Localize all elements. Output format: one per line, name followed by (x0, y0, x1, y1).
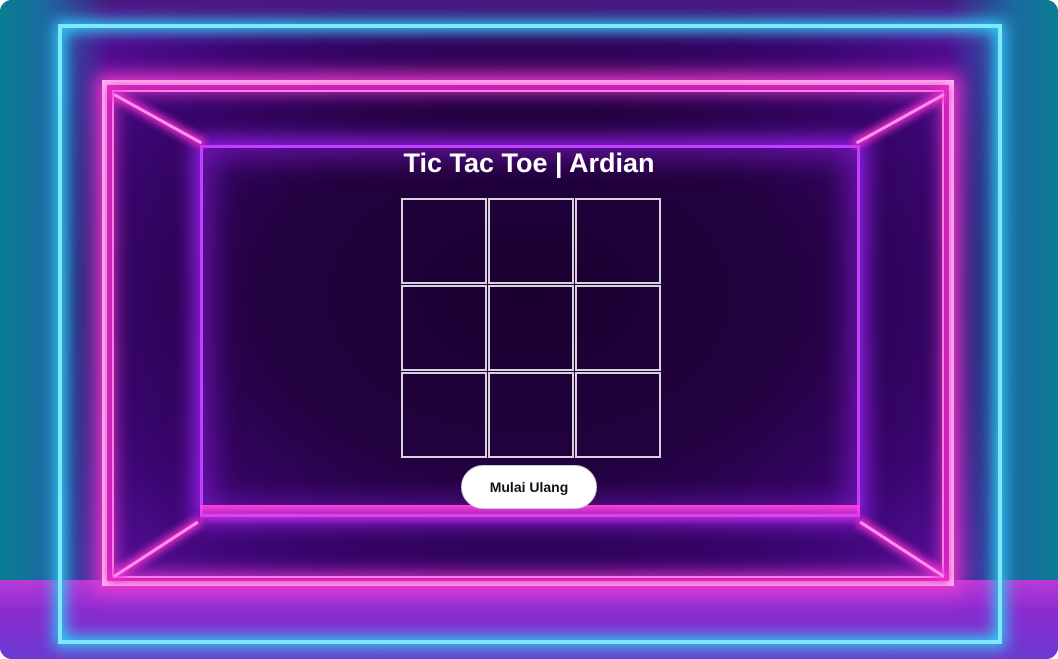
board-cell-1[interactable] (401, 198, 487, 284)
board-cell-3[interactable] (575, 198, 661, 284)
restart-button[interactable]: Mulai Ulang (461, 465, 597, 509)
board-cell-5[interactable] (488, 285, 574, 371)
page-title: Tic Tac Toe | Ardian (403, 148, 655, 178)
board-cell-6[interactable] (575, 285, 661, 371)
background-floor (0, 580, 1058, 659)
neon-corner-top-right (855, 93, 945, 145)
background-teal-glow-left (0, 0, 110, 659)
board-cell-2[interactable] (488, 198, 574, 284)
neon-room-background: Tic Tac Toe | Ardian Mulai Ulang (0, 0, 1058, 659)
board-cell-4[interactable] (401, 285, 487, 371)
board-cell-8[interactable] (488, 372, 574, 458)
neon-corner-bottom-left (113, 520, 199, 578)
board-cell-9[interactable] (575, 372, 661, 458)
game-board (401, 198, 661, 458)
neon-corner-bottom-right (859, 520, 945, 578)
neon-corner-top-left (113, 93, 203, 145)
background-teal-glow-right (948, 0, 1058, 659)
board-cell-7[interactable] (401, 372, 487, 458)
background-ceiling (0, 0, 1058, 40)
